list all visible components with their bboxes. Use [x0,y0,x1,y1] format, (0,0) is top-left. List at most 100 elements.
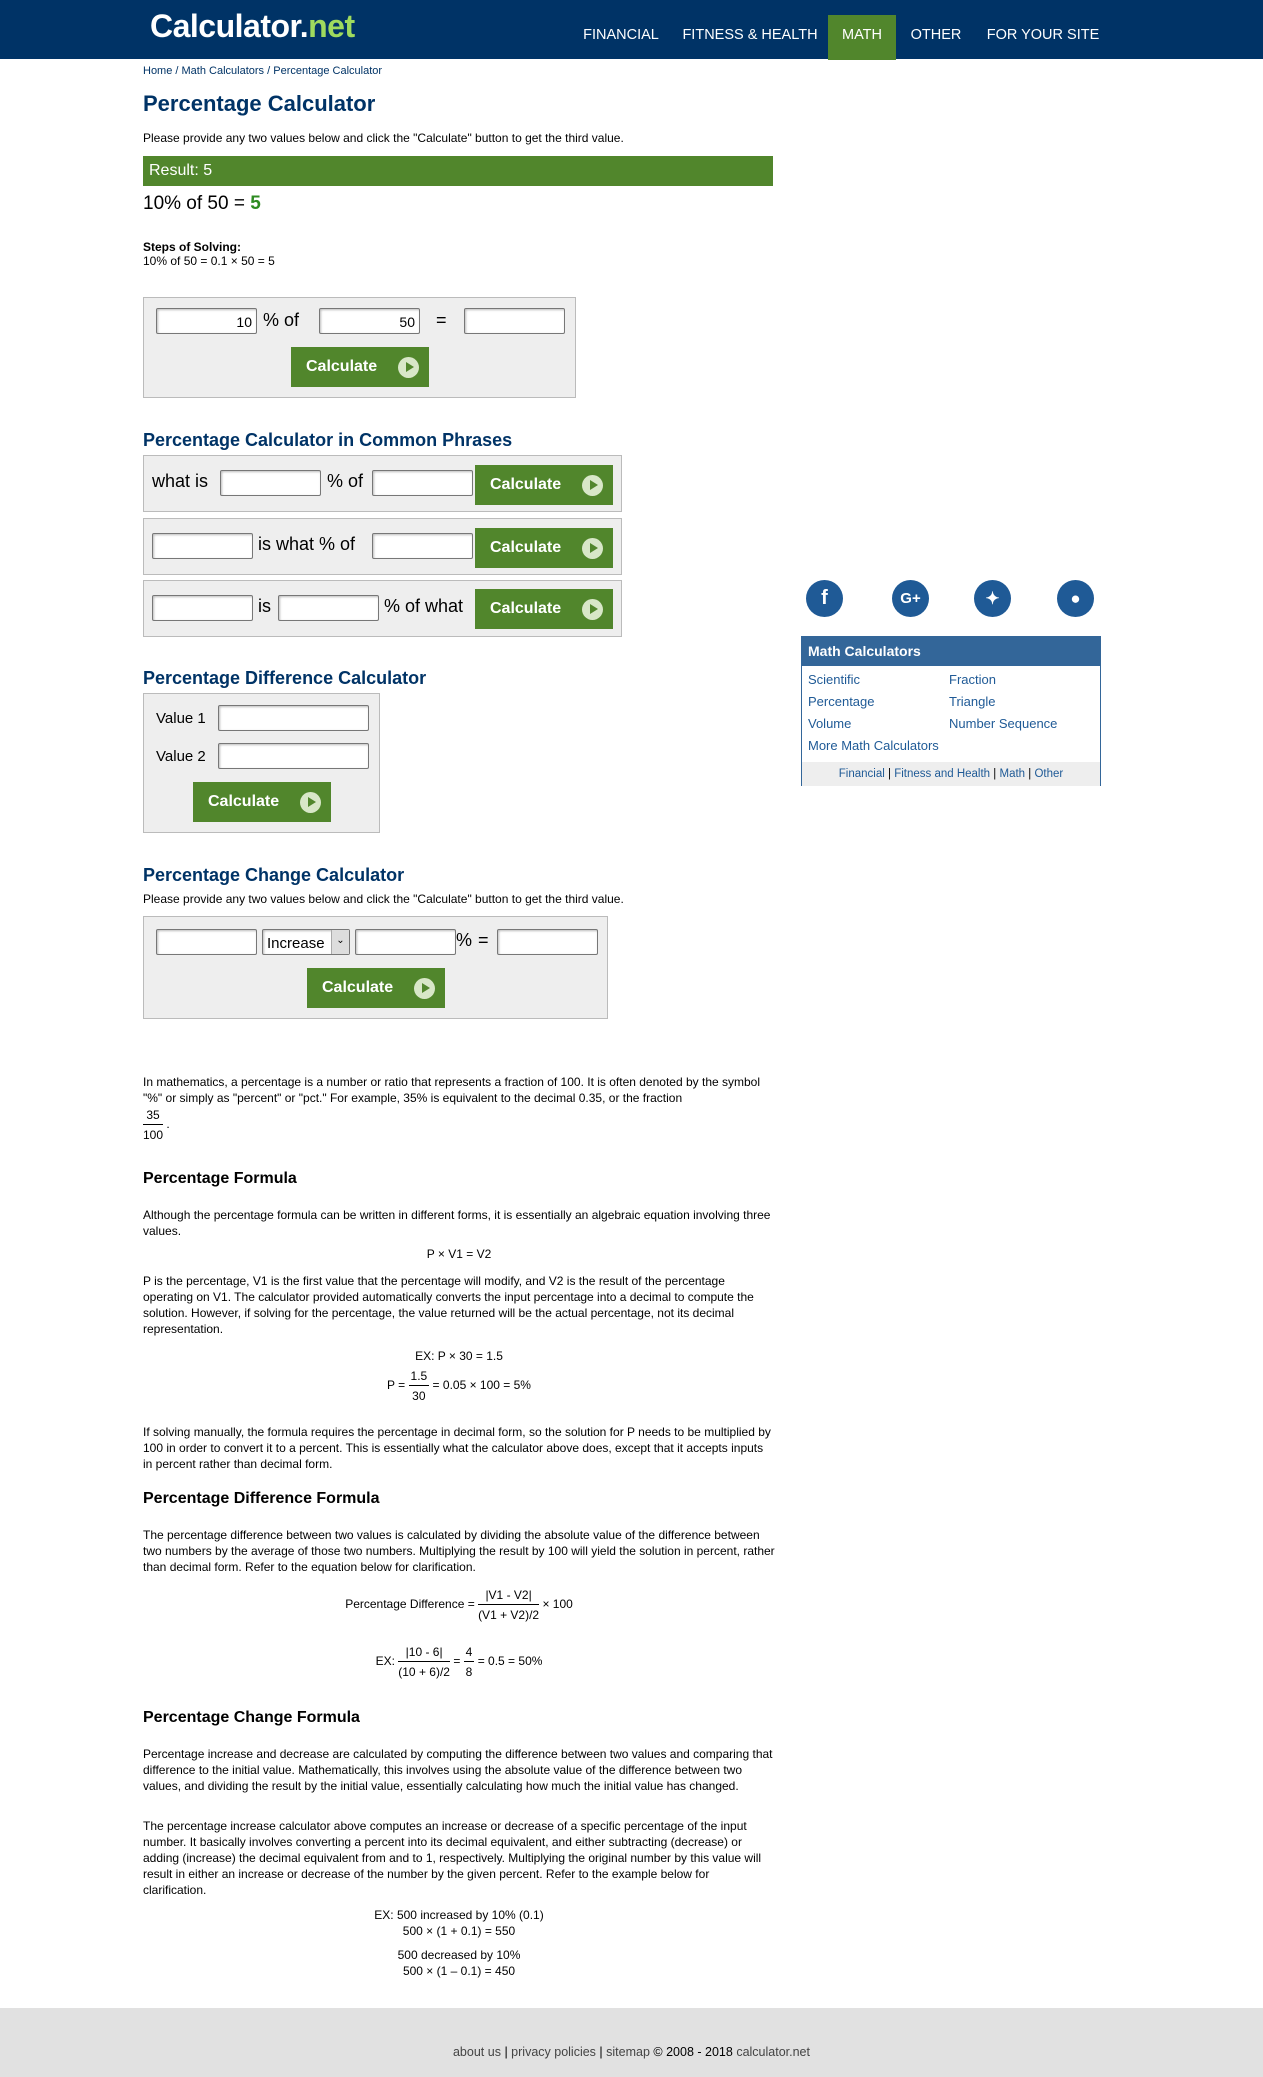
link-number-sequence[interactable]: Number Sequence [949,716,1057,731]
equals-label: = [436,310,447,330]
fraction-numerator: 35 [143,1108,164,1125]
phrase1-value-input[interactable] [372,470,473,496]
change-ex-line-1: EX: 500 increased by 10% (0.1) [374,1908,544,1922]
fraction-numerator: 1.5 [408,1369,430,1386]
footer-link-math[interactable]: Math [999,768,1025,780]
phrase3-percent-input[interactable] [278,595,379,621]
nav-for-your-site[interactable]: FOR YOUR SITE [981,15,1105,60]
reddit-icon[interactable]: ● [1057,580,1094,617]
separator: | [599,2045,603,2059]
arrow-right-icon [582,599,603,620]
link-fraction[interactable]: Fraction [949,672,996,687]
twitter-icon[interactable]: ✦ [974,580,1011,617]
nav-other[interactable]: OTHER [905,15,967,60]
change-ex-line-3: 500 decreased by 10% [397,1948,521,1962]
main-calculator-panel: 10 % of 50 = Calculate [143,297,576,398]
diff-ex-rhs: = 0.5 = 50% [477,1654,543,1669]
article-intro: In mathematics, a percentage is a number… [143,1074,775,1106]
arrow-right-icon [582,538,603,559]
copyright-text: © 2008 - 2018 [653,2045,733,2059]
increase-select-value: Increase [267,935,325,952]
phrase2-total-input[interactable] [372,533,473,559]
change-start-input[interactable] [156,929,257,955]
footer-site-link[interactable]: calculator.net [736,2045,810,2059]
phrase1-percent-input[interactable] [220,470,321,496]
logo-net: net [308,8,355,44]
formula-equation: P × V1 = V2 [143,1247,775,1261]
footer-link-financial[interactable]: Financial [839,768,885,780]
separator: | [1028,768,1032,780]
formula-example-1: EX: P × 30 = 1.5 [415,1349,503,1363]
breadcrumb-percentage-calculator[interactable]: Percentage Calculator [273,65,382,77]
change-ex-line-4: 500 × (1 – 0.1) = 450 [402,1964,516,1978]
change-percent-input[interactable] [355,929,456,955]
site-logo[interactable]: Calculator.net [150,8,355,45]
change-calculate-button[interactable]: Calculate [307,968,445,1008]
value1-input[interactable] [218,705,369,731]
formula-example-2: P = 1.5 30 = 0.05 × 100 = 5% [143,1369,775,1403]
formula-title: Percentage Formula [143,1170,297,1187]
link-volume[interactable]: Volume [808,716,851,731]
steps-of-solving: Steps of Solving: 10% of 50 = 0.1 × 50 =… [143,240,275,268]
fraction-denominator: 30 [412,1389,426,1403]
phrase-row-2: is what % of Calculate [143,518,622,575]
is-what-percent-of-label: is what % of [258,534,356,554]
calculate-button-label: Calculate [490,476,562,493]
intro-text: Please provide any two values below and … [143,131,624,145]
difference-example-fraction-2: 48 [463,1645,475,1679]
logo-dot: . [299,8,309,44]
difference-panel: Value 1 Value 2 Calculate [143,693,380,833]
value2-input[interactable] [218,743,369,769]
of-value-input[interactable]: 50 [319,308,420,334]
link-triangle[interactable]: Triangle [949,694,995,709]
percent-label: % [456,930,473,950]
footer-link-fitness[interactable]: Fitness and Health [894,768,990,780]
footer-link-other[interactable]: Other [1034,768,1063,780]
change-title: Percentage Change Calculator [143,865,405,885]
formula-p2: P is the percentage, V1 is the first val… [143,1274,754,1336]
diff-ex-eq: = [453,1654,461,1669]
google-plus-icon[interactable]: G+ [892,580,929,617]
change-examples: EX: 500 increased by 10% (0.1) 500 × (1 … [143,1907,775,1979]
percent-input[interactable]: 10 [156,308,257,334]
phrase1-calculate-button[interactable]: Calculate [475,465,613,505]
page-title: Percentage Calculator [143,91,376,116]
link-more-math-calculators[interactable]: More Math Calculators [808,738,939,753]
logo-text: Calculator [150,8,300,44]
separator: | [887,768,891,780]
separator: | [504,2045,508,2059]
link-scientific[interactable]: Scientific [808,672,860,687]
footer-privacy-link[interactable]: privacy policies [511,2045,596,2059]
common-phrases-title: Percentage Calculator in Common Phrases [143,430,513,450]
result-input[interactable] [464,308,565,334]
link-percentage[interactable]: Percentage [808,694,875,709]
phrase2-value-input[interactable] [152,533,253,559]
footer-about-link[interactable]: about us [453,2045,501,2059]
fraction-denominator: (10 + 6)/2 [398,1665,450,1679]
phrase3-calculate-button[interactable]: Calculate [475,589,613,629]
calculate-button-label: Calculate [208,793,280,810]
facebook-icon[interactable]: f [806,580,843,617]
top-bar: Calculator.net FINANCIAL FITNESS & HEALT… [0,0,1263,60]
fraction-35-100: 35 100 [143,1108,164,1142]
nav-financial[interactable]: FINANCIAL [573,15,669,60]
breadcrumb-math-calculators[interactable]: Math Calculators [182,65,265,77]
increase-select[interactable]: Increase ⌄ [262,929,350,955]
calculate-button-label: Calculate [490,600,562,617]
percent-of-label: % of [263,310,300,330]
difference-calculate-button[interactable]: Calculate [193,782,331,822]
footer-sitemap-link[interactable]: sitemap [606,2045,650,2059]
nav-fitness-health[interactable]: FITNESS & HEALTH [678,15,822,60]
arrow-right-icon [300,792,321,813]
fraction-denominator: (V1 + V2)/2 [478,1608,540,1622]
calculate-button[interactable]: Calculate [291,347,429,387]
breadcrumb: Home / Math Calculators / Percentage Cal… [143,65,383,77]
is-label: is [258,596,271,616]
arrow-right-icon [582,475,603,496]
result-equation-text: 10% of 50 = [143,193,251,214]
phrase3-value-input[interactable] [152,595,253,621]
change-result-input[interactable] [497,929,598,955]
nav-math[interactable]: MATH [828,15,896,60]
phrase2-calculate-button[interactable]: Calculate [475,528,613,568]
breadcrumb-home[interactable]: Home [143,65,172,77]
